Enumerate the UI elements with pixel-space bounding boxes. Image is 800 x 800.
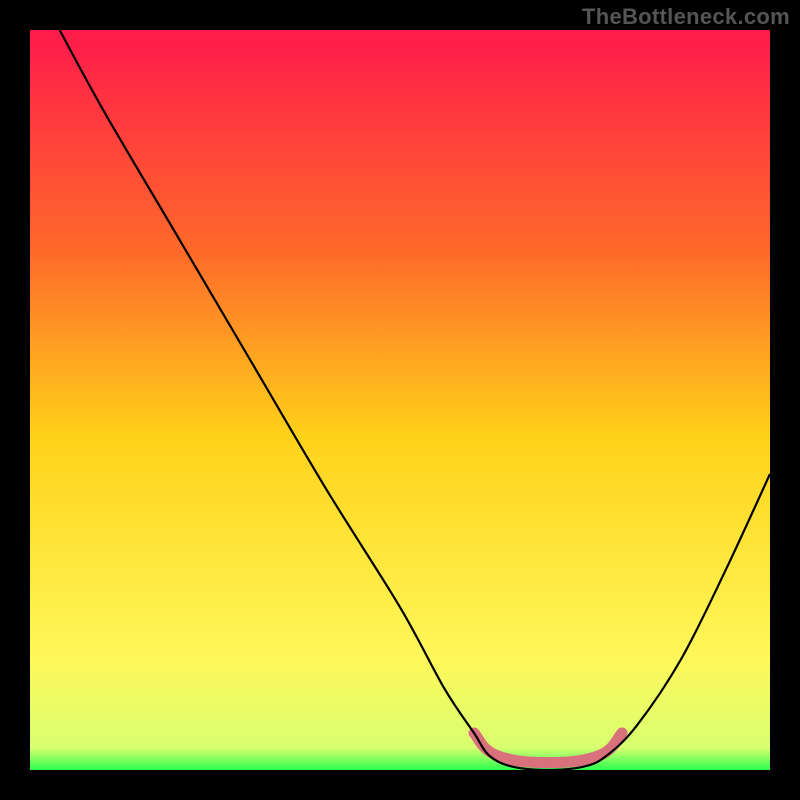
watermark-text: TheBottleneck.com [582,4,790,30]
chart-frame: TheBottleneck.com [0,0,800,800]
bottleneck-chart [30,30,770,770]
plot-area [30,30,770,770]
gradient-background [30,30,770,770]
